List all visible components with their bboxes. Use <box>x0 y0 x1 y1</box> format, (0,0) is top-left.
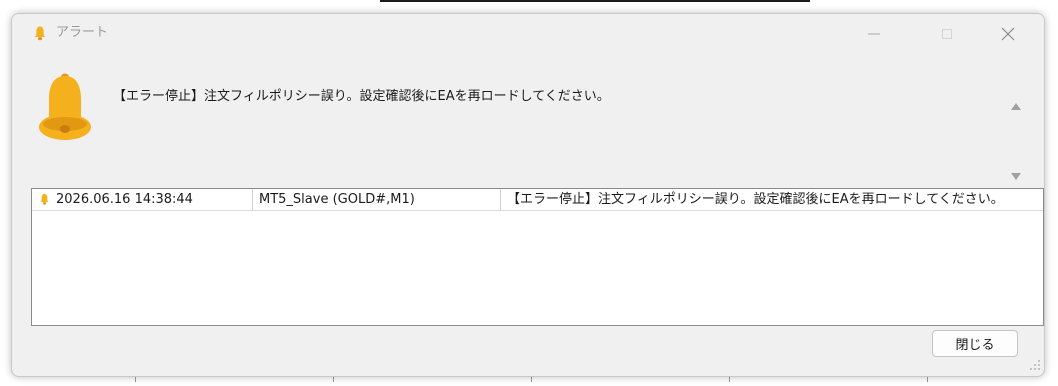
maximize-icon <box>942 29 952 39</box>
minimize-button[interactable] <box>851 14 897 54</box>
close-window-button[interactable] <box>985 14 1031 54</box>
resize-grip-icon[interactable] <box>1028 358 1042 372</box>
scroll-up-arrow-icon[interactable] <box>1011 103 1021 110</box>
maximize-button[interactable] <box>924 14 970 54</box>
close-button[interactable]: 閉じる <box>932 330 1018 357</box>
scroll-down-arrow-icon[interactable] <box>1011 173 1021 180</box>
window-title: アラート <box>56 25 109 40</box>
alert-dialog: アラート 【エラー停止】注文フィルポリシー誤り。設定確認後にEAを再ロードしてく… <box>11 13 1045 377</box>
column-divider <box>252 189 253 210</box>
log-message: 【エラー停止】注文フィルポリシー誤り。設定確認後にEAを再ロードしてください。 <box>507 192 1004 207</box>
column-divider <box>500 189 501 210</box>
log-time: 2026.06.16 14:38:44 <box>56 192 193 207</box>
background-window-edge <box>380 0 810 2</box>
minimize-icon <box>868 33 880 35</box>
log-row[interactable]: 2026.06.16 14:38:44 MT5_Slave (GOLD#,M1)… <box>32 189 1043 211</box>
alert-log-list[interactable]: 2026.06.16 14:38:44 MT5_Slave (GOLD#,M1)… <box>31 188 1044 326</box>
title-bar[interactable]: アラート <box>12 14 1044 54</box>
bell-icon <box>34 26 46 41</box>
bell-icon <box>39 193 50 205</box>
alert-message: 【エラー停止】注文フィルポリシー誤り。設定確認後にEAを再ロードしてください。 <box>113 89 610 104</box>
log-expert: MT5_Slave (GOLD#,M1) <box>259 192 415 207</box>
message-scrollbar[interactable] <box>1005 89 1027 194</box>
close-icon <box>1001 27 1015 41</box>
bell-icon <box>39 73 91 140</box>
